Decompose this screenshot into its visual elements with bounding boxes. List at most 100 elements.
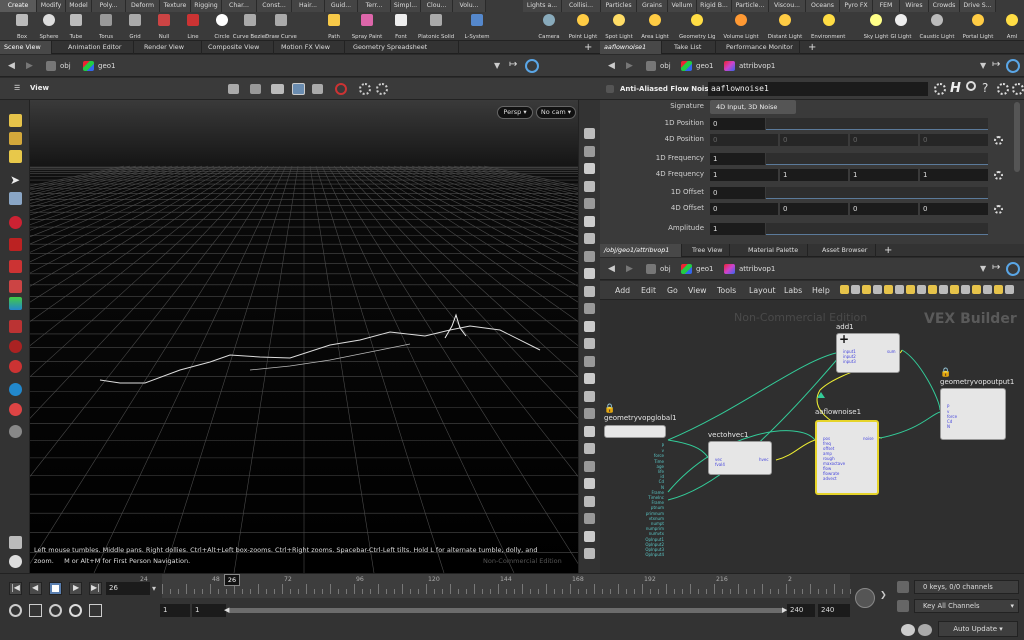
param-slider-1d-frequency[interactable] [766,153,988,165]
light-icon[interactable] [584,198,595,209]
dots-icon[interactable] [584,390,595,402]
add-network-tab-icon[interactable]: + [884,245,892,256]
notes-icon[interactable] [9,536,22,549]
handle-tool-icon[interactable] [9,297,22,310]
3d-viewport[interactable]: Persp ▾ No cam ▾ Left mouse tumbles. Mid… [30,100,578,573]
gear-icon[interactable] [994,171,1003,180]
camera-icon[interactable] [271,84,284,94]
lighting-icon[interactable] [584,425,595,437]
background-icon[interactable] [584,373,595,384]
range-end2-field[interactable]: 240 [818,604,850,617]
points-icon[interactable] [584,268,595,279]
param-field-1d-frequency[interactable]: 1 [710,153,765,165]
vec-port-fval4[interactable]: fval4 [715,462,725,467]
timeline-options-icon[interactable] [69,604,82,617]
tool-line[interactable]: Line [179,12,207,41]
menu-edit[interactable]: Edit [641,286,656,295]
camera-button[interactable]: No cam ▾ [536,106,576,119]
viewer-menu-icon[interactable]: ☰ [14,84,20,92]
net-forward-icon[interactable]: ▶ [626,264,633,274]
palette-icon[interactable] [884,285,893,294]
output-node[interactable]: Pv force Cd N [940,388,1006,440]
vertex-icon[interactable] [584,355,595,367]
tool-spot-light[interactable]: Spot Light [605,12,633,41]
key-channels-dropdown[interactable]: Key All Channels ▾ [914,599,1019,613]
tool-gi-light[interactable]: GI Light [887,12,915,41]
viewer-gear-icon[interactable] [376,83,388,95]
path-dropdown-icon[interactable]: ▼ [494,61,500,70]
menu-help[interactable]: Help [812,286,830,295]
tool-geometry-light[interactable]: Geometry Light [679,12,715,41]
search-icon[interactable] [966,81,976,91]
param-slider-1d-position[interactable] [766,118,988,130]
net-back-icon[interactable]: ◀ [608,264,615,274]
scope-arrow-icon[interactable]: ❯ [880,590,887,599]
shelf-tab-create[interactable]: Create [0,0,37,12]
range-start-handle-icon[interactable]: ◀ [224,606,229,614]
keyframe-icon[interactable] [9,604,22,617]
shelf-tab-wires[interactable]: Wires [900,0,929,12]
tool-portal-light[interactable]: Portal Light [963,12,993,41]
shelf-tab-const[interactable]: Const... [257,0,292,12]
shelf-tab-rigging[interactable]: Rigging [191,0,222,12]
tool-path[interactable]: Path [320,12,348,41]
network-box-icon[interactable] [950,285,959,294]
list-icon[interactable] [895,285,904,294]
primitive-numbers-icon[interactable] [584,320,595,332]
param-slider-amplitude[interactable] [766,223,988,235]
pose-tool-icon[interactable] [9,280,22,293]
menu-labs[interactable]: Labs [784,286,802,295]
shelf-tab-drive-s[interactable]: Drive S... [960,0,996,12]
shelf-tab-poly[interactable]: Poly... [92,0,126,12]
flipbook-icon[interactable] [359,83,371,95]
shelf-tab-particles[interactable]: Particles [601,0,637,12]
shelf-tab-simpl[interactable]: Simpl... [391,0,421,12]
tool-point-light[interactable]: Point Light [569,12,597,41]
snap-icon[interactable] [250,84,261,94]
point-numbers-icon[interactable] [584,338,595,349]
add-param-tab-icon[interactable]: + [808,42,816,53]
breadcrumb-geo1[interactable]: geo1 [98,60,116,73]
param-field-4d-position-1[interactable]: 0 [780,134,848,146]
channel-icon[interactable] [994,136,1003,145]
vec-port-hvec[interactable]: hvec [759,457,769,462]
aaflownoise-node[interactable]: pos freq offset amp rough maxoctave flow flowra… [815,420,879,495]
render-tool-icon[interactable] [9,425,22,438]
param-back-icon[interactable]: ◀ [608,61,615,71]
brush-icon[interactable] [584,495,595,507]
param-info-icon[interactable] [1012,83,1024,95]
tool-tube[interactable]: Tube [62,12,90,41]
gear-icon[interactable] [994,205,1003,214]
link-icon[interactable] [525,59,539,73]
param-field-4d-offset-2[interactable]: 0 [850,203,918,215]
help-tool-icon[interactable] [9,403,22,416]
network-editor[interactable]: Non-Commercial Edition VEX Builder add1 … [600,300,1024,573]
tab-network-path[interactable]: /obj/geo1/attribvop1 [600,244,682,257]
shelf-tab-terr[interactable]: Terr... [358,0,391,12]
current-frame-field[interactable]: 26 [106,582,150,595]
param-crumb-attribvop1[interactable]: attribvop1 [739,60,775,73]
uv-icon[interactable] [584,303,595,314]
loop-icon[interactable] [49,604,62,617]
scale-icon[interactable] [584,548,595,559]
shelf-tab-pyro-fx[interactable]: Pyro FX [840,0,873,12]
tool-volume-light[interactable]: Volume Light [723,12,759,41]
keys-status-field[interactable]: 0 keys, 0/0 channels [914,580,1019,594]
snap-grid-icon[interactable] [584,478,595,489]
param-field-4d-frequency-2[interactable]: 1 [850,169,918,181]
magnet-icon[interactable] [9,340,22,353]
param-field-amplitude[interactable]: 1 [710,223,765,235]
shelf-tab-char[interactable]: Char... [222,0,257,12]
selection-icon[interactable] [228,84,239,94]
shelf-tab-vellum[interactable]: Vellum [668,0,697,12]
param-gear-icon[interactable] [934,83,946,95]
range-start2-field[interactable]: 1 [192,604,226,617]
tool-spray-paint[interactable]: Spray Paint [352,12,382,41]
param-pin-icon[interactable]: ↦ [992,59,1000,70]
vectohvec-node[interactable]: vec fval4 hvec [708,441,772,475]
normals-icon[interactable] [584,285,595,297]
menu-tools[interactable]: Tools [717,286,736,295]
texture-icon[interactable] [584,408,595,419]
tool-aml[interactable]: Aml [998,12,1024,41]
geometry-icon[interactable] [584,250,595,262]
